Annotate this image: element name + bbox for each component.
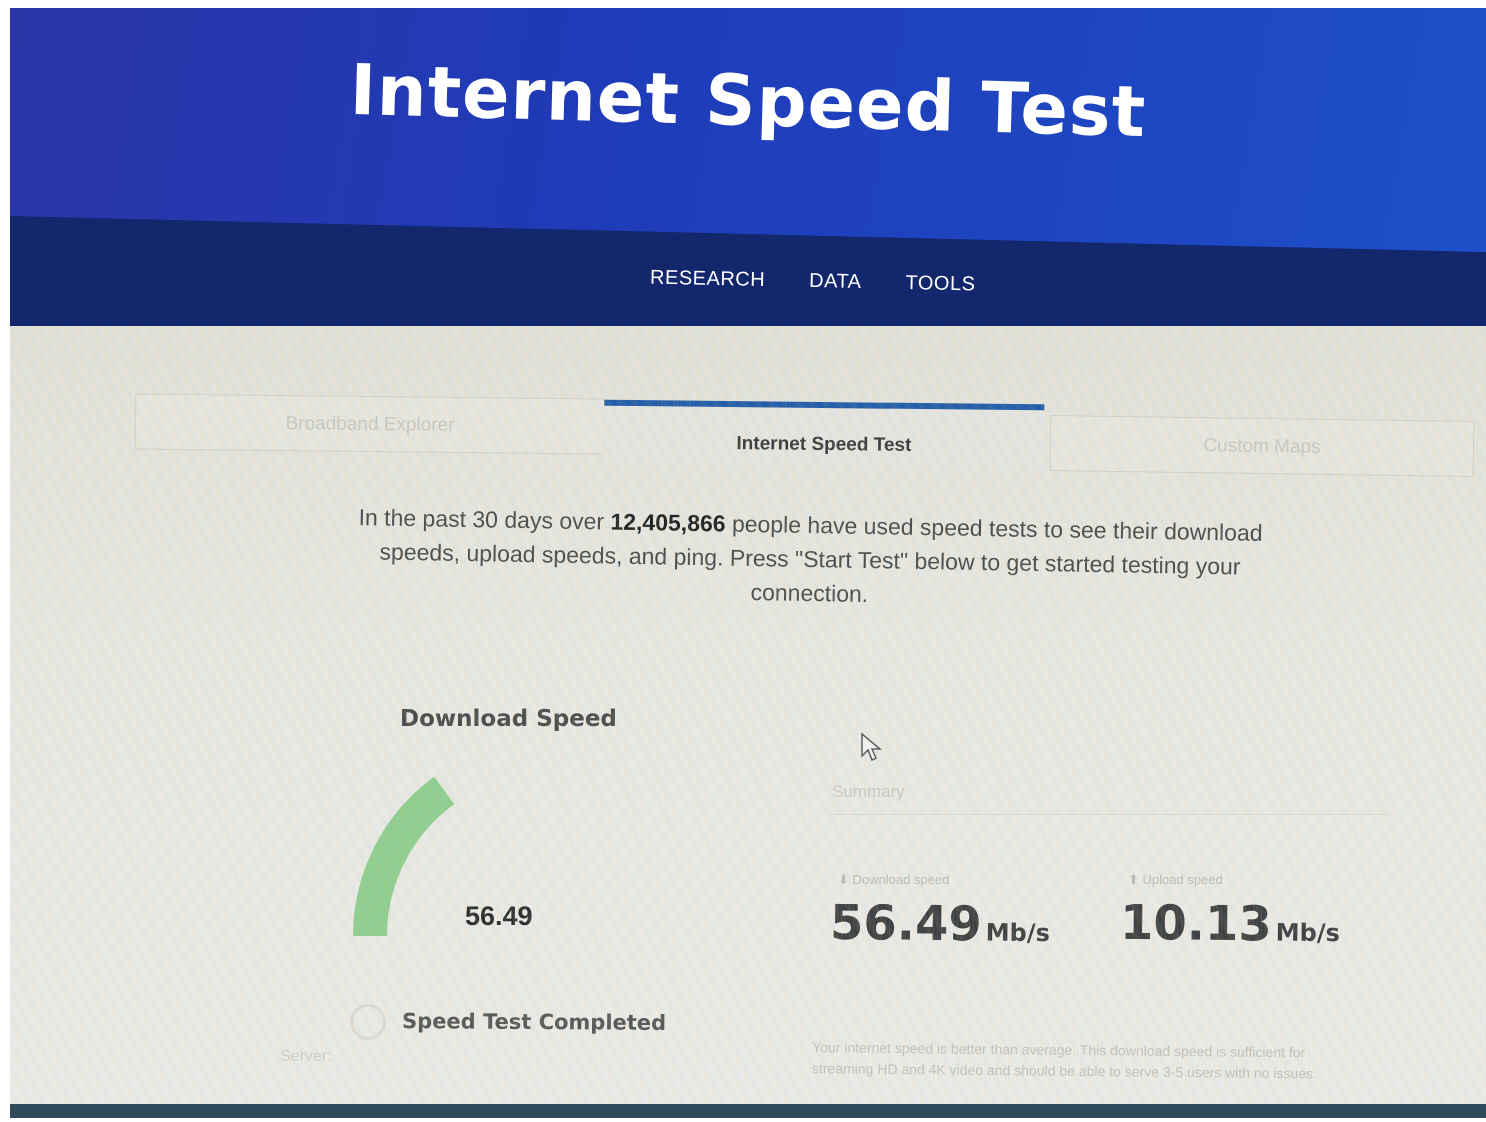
tab-bar: Broadband Explorer Internet Speed Test C… [10,326,1486,486]
download-speed-unit: Mb/s [985,918,1051,948]
status-spinner-icon [350,1004,386,1040]
mouse-cursor-icon [861,732,882,762]
upload-speed-label: ⬆ Upload speed [1128,872,1223,888]
upload-speed-value: 10.13 Mb/s [1120,895,1341,953]
upload-speed-label-text: Upload speed [1142,872,1223,887]
gauge-arc [353,776,455,937]
nav-item-data[interactable]: DATA [809,270,862,294]
summary-divider [830,814,1390,815]
gauge-value: 56.49 [465,901,533,931]
download-speed-value: 56.49 Mb/s [830,895,1051,953]
upload-speed-unit: Mb/s [1275,918,1341,948]
gauge-title: Download Speed [400,706,617,732]
upload-arrow-icon: ⬆ [1128,872,1143,887]
download-speed-number: 56.49 [829,894,983,953]
server-info: Server: [280,1048,332,1065]
intro-text: In the past 30 days over 12,405,866 peop… [329,500,1291,619]
main-content: Broadband Explorer Internet Speed Test C… [10,326,1486,1118]
nav-item-research[interactable]: RESEARCH [650,267,766,292]
speed-verdict: Your internet speed is better than avera… [811,1039,1318,1082]
tab-custom-maps[interactable]: Custom Maps [1049,415,1475,477]
monitor-bezel [10,1104,1486,1118]
tab-internet-speed-test[interactable]: Internet Speed Test [603,399,1045,471]
status-text: Speed Test Completed [401,1009,667,1035]
screen: Internet Speed Test RESEARCH DATA TOOLS … [10,8,1486,1118]
intro-count: 12,405,866 [610,508,726,537]
summary-label: Summary [832,782,905,801]
status-row: Speed Test Completed [350,1004,666,1040]
intro-prefix: In the past 30 days over [358,504,611,535]
site-title: Internet Speed Test [348,48,1148,154]
download-gauge [353,776,455,937]
upload-speed-number: 10.13 [1119,894,1273,953]
nav-item-tools[interactable]: TOOLS [905,272,975,296]
tab-broadband-explorer[interactable]: Broadband Explorer [134,393,606,455]
download-speed-label-text: Download speed [852,872,950,887]
download-arrow-icon: ⬇ [838,872,853,887]
download-speed-label: ⬇ Download speed [838,872,949,888]
